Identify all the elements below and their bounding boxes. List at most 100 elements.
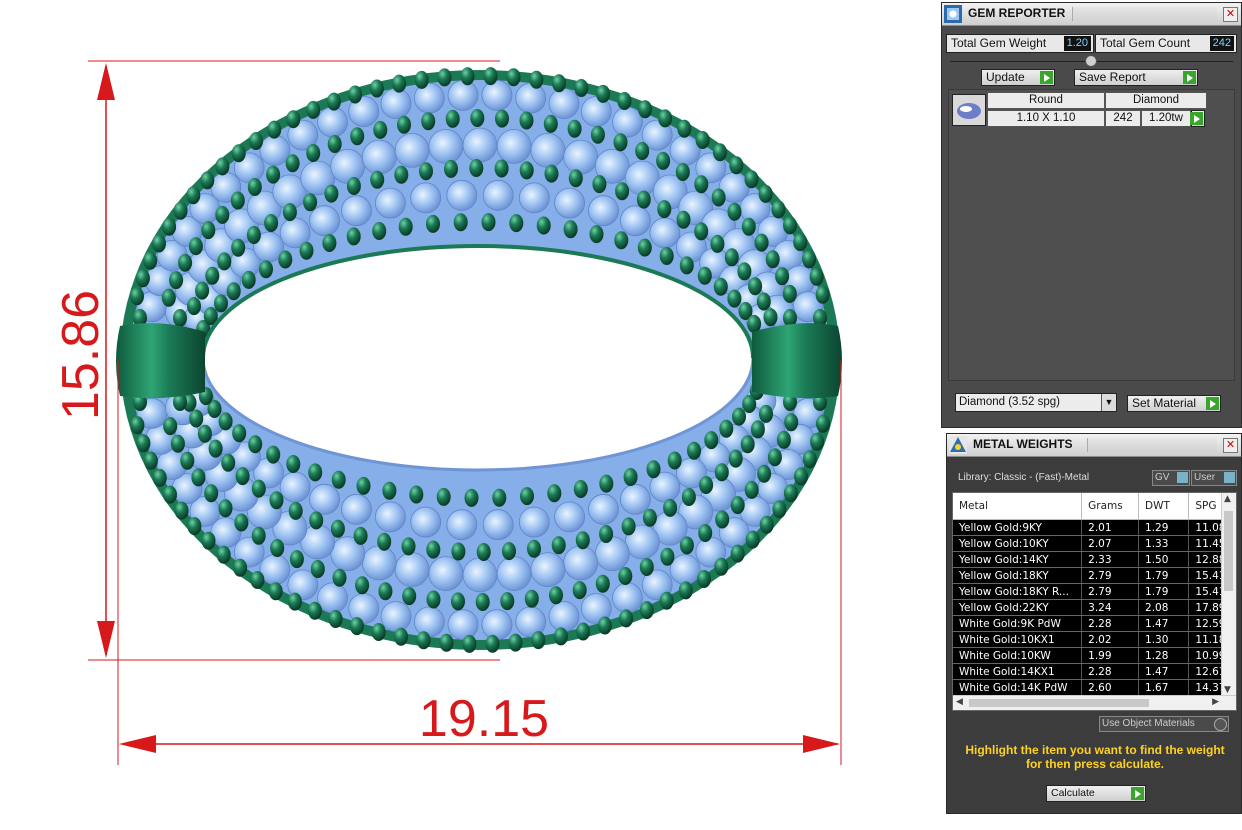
chevron-down-icon[interactable]: ▼: [1101, 394, 1116, 411]
user-toggle[interactable]: User: [1191, 470, 1237, 486]
gem-weight-cell[interactable]: 1.20tw: [1141, 110, 1191, 127]
grams-cell: 1.99: [1081, 647, 1140, 664]
gem-thumbnail-icon[interactable]: [952, 94, 986, 126]
gem-stone: [428, 556, 464, 591]
column-header-dwt[interactable]: DWT: [1138, 493, 1190, 520]
titlebar-grip[interactable]: [1087, 438, 1217, 452]
prong: [205, 266, 220, 285]
table-row[interactable]: White Gold:9K PdW 2.28 1.47 12.59: [953, 615, 1236, 632]
prong: [543, 114, 558, 133]
prong: [308, 463, 323, 482]
prong: [201, 531, 216, 550]
prong: [544, 164, 559, 183]
prong: [204, 484, 219, 503]
prong: [162, 217, 177, 236]
scroll-up-icon[interactable]: ▲: [1224, 494, 1231, 504]
table-row[interactable]: Yellow Gold:10KY 2.07 1.33 11.45: [953, 535, 1236, 552]
left-band: [116, 323, 205, 399]
scroll-down-icon[interactable]: ▼: [1224, 685, 1231, 695]
viewport-3d[interactable]: 15.86 19.15: [0, 0, 940, 830]
prong: [638, 100, 653, 119]
metal-table-container[interactable]: Metal Grams DWT SPG Yellow Gold:9KY 2.01 1…: [952, 492, 1237, 711]
prong: [748, 277, 763, 296]
prong: [234, 513, 249, 532]
gv-toggle[interactable]: GV: [1152, 470, 1190, 486]
dwt-cell: 1.79: [1138, 567, 1190, 584]
prong: [370, 170, 385, 189]
close-icon[interactable]: ✕: [1223, 438, 1238, 453]
table-row[interactable]: White Gold:14K PdW 2.60 1.67 14.37: [953, 679, 1236, 696]
prong: [794, 467, 808, 486]
prong: [710, 234, 725, 253]
grams-cell: 2.28: [1081, 663, 1140, 680]
table-row[interactable]: Yellow Gold:18KY R... 2.79 1.79 15.41: [953, 583, 1236, 600]
prong: [309, 511, 324, 530]
prong: [307, 601, 322, 620]
prong: [460, 67, 475, 86]
table-row[interactable]: Yellow Gold:14KY 2.33 1.50 12.88: [953, 551, 1236, 568]
scene-canvas: 15.86 19.15: [52, 60, 842, 765]
gem-size-cell[interactable]: 1.10 X 1.10: [987, 110, 1105, 127]
prong: [215, 157, 230, 176]
metal-cell: White Gold:9K PdW: [953, 615, 1083, 632]
metal-cell: Yellow Gold:18KY: [953, 567, 1083, 584]
prong: [287, 592, 302, 611]
gem-row-go-button[interactable]: [1190, 110, 1205, 127]
prong: [589, 225, 604, 244]
metal-weights-titlebar[interactable]: METAL WEIGHTS ✕: [947, 434, 1241, 457]
play-icon: [1183, 71, 1196, 84]
prong: [531, 631, 546, 650]
gem-list[interactable]: Round Diamond 1.10 X 1.10 242 1.20tw: [948, 89, 1235, 381]
table-row[interactable]: White Gold:14KX1 2.28 1.47 12.61: [953, 663, 1236, 680]
gem-count-cell[interactable]: 242: [1105, 110, 1141, 127]
prong: [470, 109, 485, 127]
library-label: Library: Classic - (Fast)-Metal: [958, 472, 1090, 483]
prong: [143, 251, 158, 270]
prong: [444, 159, 458, 178]
prong: [451, 592, 465, 611]
vertical-scrollbar[interactable]: ▲ ▼: [1221, 493, 1236, 696]
gem-stone: [496, 556, 532, 591]
prong: [270, 539, 285, 557]
prong: [233, 558, 248, 577]
gem-reporter-titlebar[interactable]: GEM REPORTER ✕: [942, 3, 1241, 26]
close-icon[interactable]: ✕: [1223, 7, 1238, 22]
prong: [439, 633, 454, 652]
dwt-cell: 2.08: [1138, 599, 1190, 616]
prong: [355, 576, 370, 595]
prong: [481, 213, 496, 232]
set-material-button[interactable]: Set Material: [1127, 395, 1221, 412]
table-row[interactable]: White Gold:10KX1 2.02 1.30 11.18: [953, 631, 1236, 648]
prong: [495, 109, 509, 128]
grams-cell: 2.60: [1081, 679, 1140, 696]
prong: [519, 161, 534, 180]
use-object-materials-toggle[interactable]: Use Object Materials: [1099, 716, 1229, 732]
prong: [250, 571, 265, 589]
scrollbar-thumb[interactable]: [1224, 511, 1233, 591]
column-header-metal[interactable]: Metal: [953, 493, 1083, 520]
table-row[interactable]: Yellow Gold:22KY 3.24 2.08 17.89: [953, 599, 1236, 616]
table-row[interactable]: White Gold:10KW 1.99 1.28 10.99: [953, 647, 1236, 664]
prong: [618, 567, 633, 585]
update-button[interactable]: Update: [981, 69, 1055, 86]
horizontal-scrollbar[interactable]: ◀ ▶: [953, 695, 1236, 710]
prong: [639, 601, 654, 620]
calculate-button[interactable]: Calculate: [1046, 785, 1146, 802]
table-row[interactable]: Yellow Gold:18KY 2.79 1.79 15.41: [953, 567, 1236, 584]
column-header-grams[interactable]: Grams: [1081, 493, 1140, 520]
save-report-button[interactable]: Save Report: [1074, 69, 1198, 86]
scroll-left-icon[interactable]: ◀: [956, 697, 963, 707]
scroll-right-icon[interactable]: ▶: [1212, 697, 1219, 707]
scrollbar-thumb[interactable]: [969, 699, 1149, 707]
prong: [613, 133, 628, 152]
prong: [663, 498, 678, 517]
metal-cell: White Gold:14K PdW: [953, 679, 1083, 696]
titlebar-grip[interactable]: [1072, 7, 1217, 21]
material-select[interactable]: Diamond (3.52 spg) ▼: [955, 393, 1117, 412]
slider-handle[interactable]: [1085, 55, 1097, 67]
table-row[interactable]: Yellow Gold:9KY 2.01 1.29 11.08: [953, 519, 1236, 536]
gem-stone: [554, 501, 585, 533]
gem-stone: [447, 609, 479, 641]
prong: [657, 200, 672, 219]
prong: [437, 68, 452, 87]
